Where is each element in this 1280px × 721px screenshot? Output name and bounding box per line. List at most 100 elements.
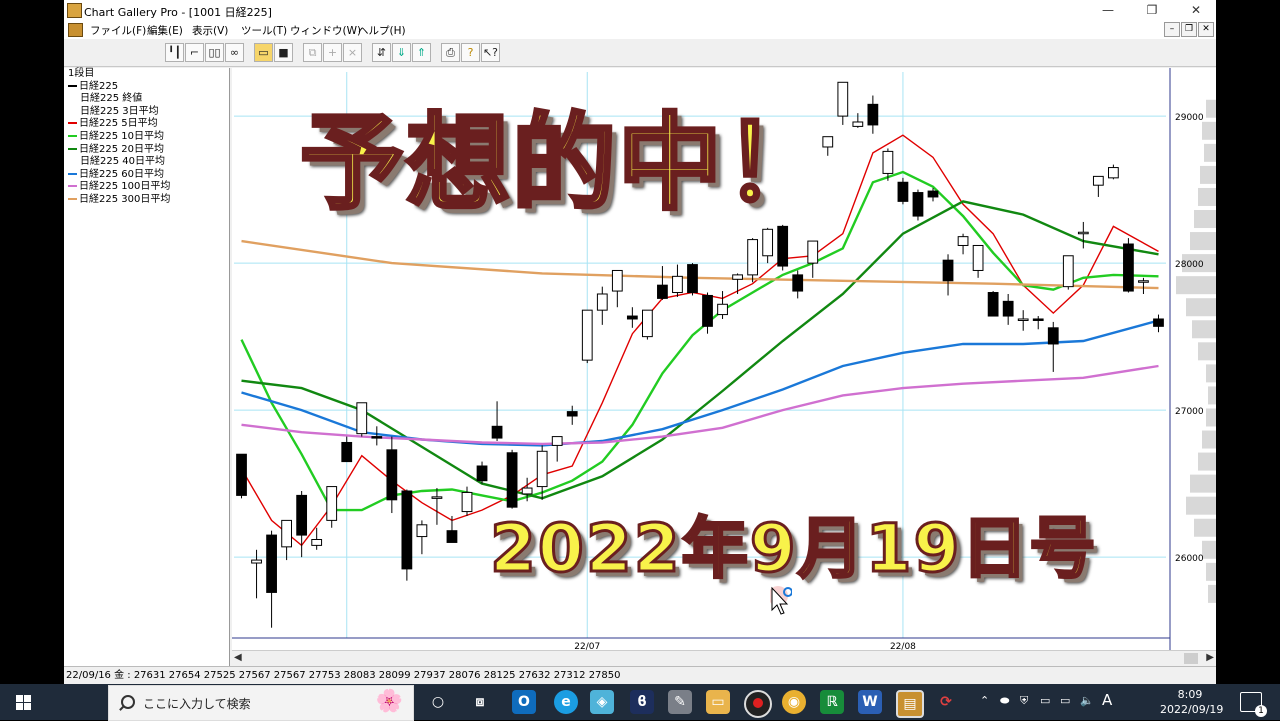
compare-icon[interactable]: ⇵: [372, 43, 391, 62]
list-item-label: 日経225 20日平均: [79, 143, 164, 155]
candle: [777, 225, 789, 267]
minimize-button[interactable]: —: [1088, 0, 1128, 20]
mdi-restore-button[interactable]: ❐: [1181, 22, 1197, 37]
file-explorer-icon[interactable]: ▭: [706, 690, 730, 714]
maximize-button[interactable]: ❐: [1132, 0, 1172, 20]
candle: [867, 103, 879, 126]
list-item[interactable]: 日経225 20日平均: [64, 144, 229, 157]
menu-bar: ファイル(F) 編集(E) 表示(V) ツール(T) ウィンドウ(W) ヘルプ(…: [64, 20, 1216, 39]
battery-icon[interactable]: ▭: [1040, 694, 1050, 707]
candle: [536, 450, 548, 488]
open-folder-icon[interactable]: ▭: [254, 43, 273, 62]
close-icon[interactable]: ×: [343, 43, 362, 62]
moving-average-line: [241, 364, 1159, 446]
status-bar: 22/09/16 金 : 27631 27654 27525 27567 275…: [64, 666, 1216, 684]
edge-icon[interactable]: e: [554, 690, 578, 714]
flame-icon[interactable]: ⟳: [934, 690, 958, 714]
candle: [566, 411, 578, 417]
volume-profile-bar: [1200, 165, 1216, 184]
candle: [596, 293, 608, 311]
chart-gallery-icon[interactable]: ▤: [896, 690, 924, 718]
menu-file[interactable]: ファイル(F): [90, 23, 146, 38]
line-color-swatch: [68, 147, 77, 150]
candle: [762, 228, 774, 257]
print-icon[interactable]: ⎙: [441, 43, 460, 62]
candle: [792, 274, 804, 292]
candle: [401, 490, 413, 570]
candle: [987, 292, 999, 317]
volume-profile-bar: [1186, 496, 1216, 515]
list-item[interactable]: 日経225 10日平均: [64, 131, 229, 144]
notification-icon[interactable]: 1: [1240, 692, 1267, 717]
menu-tools[interactable]: ツール(T): [241, 23, 287, 38]
scroll-thumb[interactable]: [1184, 653, 1198, 664]
list-item[interactable]: 日経225 終値: [64, 93, 229, 106]
mdi-controls: – ❐ ✕: [1163, 22, 1214, 37]
menu-view[interactable]: 表示(V): [192, 23, 228, 38]
candle: [702, 294, 713, 327]
candle-chart-icon[interactable]: ╹┃: [165, 43, 184, 62]
line-chart-icon[interactable]: ⌐: [185, 43, 204, 62]
candle: [326, 486, 338, 521]
system-tray: ⌃ ⬬ ⛨ ▭ ▭ 🔈 A 8:09 2022/09/19 1: [980, 684, 1280, 720]
arrow-down-icon[interactable]: ⇓: [392, 43, 411, 62]
ime-indicator[interactable]: A: [1102, 691, 1112, 709]
candle: [1123, 243, 1134, 292]
list-item[interactable]: 日経225 300日平均: [64, 194, 229, 207]
taskbar-search[interactable]: ここに入力して検索 🌸: [108, 685, 414, 721]
word-icon[interactable]: W: [858, 690, 882, 714]
line-color-swatch: [68, 84, 77, 87]
candle: [912, 192, 924, 217]
list-item[interactable]: 日経225 100日平均: [64, 181, 229, 194]
document-icon[interactable]: [68, 23, 83, 37]
app-blue-icon[interactable]: ϐ: [630, 690, 654, 714]
volume-profile-bar: [1198, 452, 1216, 471]
help-icon[interactable]: ?: [461, 43, 480, 62]
volume-profile-bar: [1206, 408, 1216, 427]
scroll-right-icon[interactable]: ▶: [1206, 652, 1214, 663]
start-button[interactable]: [0, 684, 48, 720]
list-item-label: 日経225 100日平均: [79, 181, 171, 193]
candle: [1017, 318, 1029, 321]
outlook-icon[interactable]: O: [512, 690, 536, 714]
candle: [341, 441, 353, 463]
monitor-icon[interactable]: ▭: [1060, 694, 1070, 707]
copy-icon[interactable]: ⧉: [303, 43, 322, 62]
binoculars-icon[interactable]: ∞: [225, 43, 244, 62]
notebook-icon[interactable]: ◈: [590, 690, 614, 714]
mdi-close-button[interactable]: ✕: [1198, 22, 1214, 37]
candle: [1062, 255, 1074, 288]
menu-edit[interactable]: 編集(E): [147, 23, 183, 38]
list-item[interactable]: 日経225 40日平均: [64, 156, 229, 169]
list-item[interactable]: 日経225 3日平均: [64, 106, 229, 119]
bar-chart-icon[interactable]: ▯▯: [205, 43, 224, 62]
context-help-icon[interactable]: ↖?: [481, 43, 500, 62]
security-shield-icon[interactable]: ⛨: [1020, 694, 1028, 708]
chevron-up-icon[interactable]: ⌃: [980, 694, 989, 707]
task-view-icon[interactable]: ○: [426, 690, 450, 714]
menu-help[interactable]: ヘルプ(H): [358, 23, 406, 38]
tool-app-icon[interactable]: ✎: [668, 690, 692, 714]
candle: [897, 181, 909, 202]
chrome-icon[interactable]: ◉: [782, 690, 806, 714]
arrow-up-icon[interactable]: ⇑: [412, 43, 431, 62]
y-tick-label: 26000: [1175, 554, 1204, 564]
list-item[interactable]: 日経225 5日平均: [64, 118, 229, 131]
list-item[interactable]: 日経225: [64, 81, 229, 94]
menu-window[interactable]: ウィンドウ(W): [290, 23, 361, 38]
stock-app-icon[interactable]: ℝ: [820, 690, 844, 714]
candle: [807, 240, 819, 264]
save-icon[interactable]: ■: [274, 43, 293, 62]
close-button[interactable]: ✕: [1176, 0, 1216, 20]
crosshair-icon[interactable]: +: [323, 43, 342, 62]
list-item[interactable]: 日経225 60日平均: [64, 169, 229, 182]
network-device-icon[interactable]: ⬬: [1000, 694, 1009, 708]
scroll-left-icon[interactable]: ◀: [234, 652, 242, 663]
clock[interactable]: 8:09 2022/09/19: [1160, 687, 1223, 717]
task-switch-icon[interactable]: ⧈: [468, 690, 492, 714]
mdi-minimize-button[interactable]: –: [1164, 22, 1180, 37]
horizontal-scrollbar[interactable]: ◀ ▶: [232, 650, 1216, 667]
notification-count: 1: [1255, 705, 1267, 717]
record-icon[interactable]: [744, 690, 772, 718]
volume-icon[interactable]: 🔈: [1080, 694, 1094, 707]
